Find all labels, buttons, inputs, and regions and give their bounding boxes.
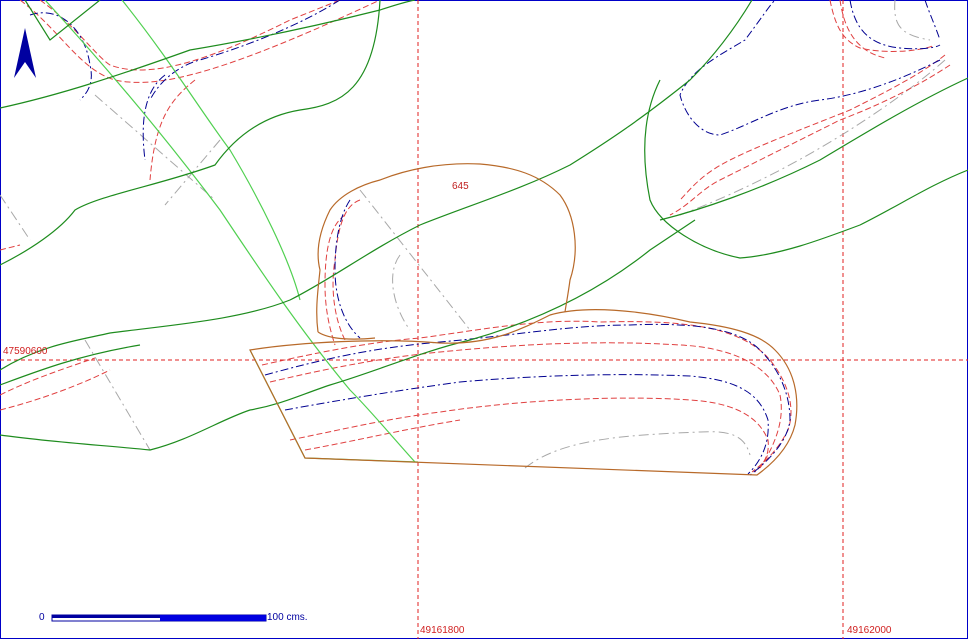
scale-end-label: 100 cms. (267, 612, 308, 623)
map-canvas[interactable] (0, 0, 968, 639)
parcel-number-label[interactable]: 645 (452, 181, 469, 192)
scale-start-label: 0 (39, 612, 45, 623)
roads-dark (0, 0, 968, 451)
parcel-outline (249, 163, 798, 476)
scale-bar (51, 614, 267, 622)
northing-label: 47590600 (3, 346, 48, 357)
contours-minor (0, 0, 951, 473)
easting-label-1: 49161800 (420, 625, 465, 636)
easting-label-2: 49162000 (847, 625, 892, 636)
roads-light (44, 0, 419, 463)
coordinate-grid (0, 0, 968, 639)
north-arrow-icon (14, 28, 36, 78)
contours-major (29, 0, 941, 476)
